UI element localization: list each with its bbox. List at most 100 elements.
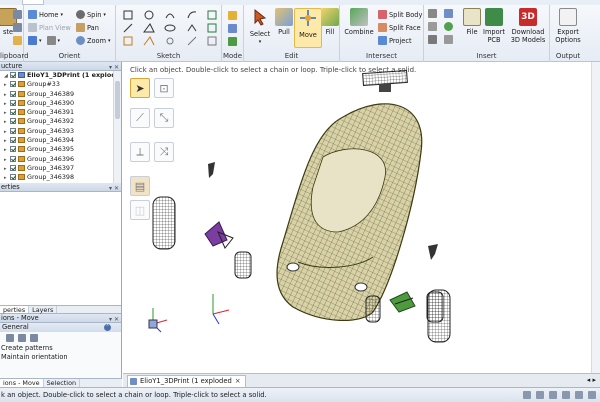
status-icons: [523, 391, 596, 399]
combine-button[interactable]: Combine: [344, 8, 374, 48]
close-icon[interactable]: ×: [235, 377, 241, 385]
insert-label: Insert: [476, 52, 497, 60]
output-label: Output: [555, 52, 581, 60]
group-icon: [18, 127, 25, 134]
move-handle-icon[interactable]: [6, 334, 14, 342]
project-button[interactable]: Project: [378, 36, 412, 45]
axis-icon[interactable]: [428, 22, 437, 31]
offset-tool-icon: [207, 23, 217, 33]
options-panel: General ⌃ Create patterns Maintain orien…: [0, 323, 121, 380]
document-tab[interactable]: ElioY1_3DPrint (1 exploded ×: [127, 375, 246, 387]
document-icon: [130, 378, 137, 385]
status-icon-4[interactable]: [562, 391, 570, 399]
left-panel: ucture ▾ ✕ ◢ ElioY1_3DPrint (1 exploded ▸…: [0, 62, 122, 387]
right-steering-part: [428, 244, 438, 260]
status-icon-3[interactable]: [549, 391, 557, 399]
tree-item[interactable]: ▸ Group_346391: [0, 108, 121, 117]
create-patterns-option[interactable]: Create patterns: [0, 344, 121, 353]
checkbox[interactable]: [10, 99, 16, 106]
tree-item[interactable]: ▸ Group_346394: [0, 136, 121, 145]
tree-root[interactable]: ◢ ElioY1_3DPrint (1 exploded: [0, 71, 121, 80]
tab-layers[interactable]: Layers: [29, 306, 58, 314]
zoom-button[interactable]: Zoom ▾: [76, 36, 111, 45]
structure-header: ucture ▾ ✕: [0, 62, 121, 71]
plan-view-button[interactable]: Plan View: [28, 23, 71, 32]
checkbox[interactable]: [10, 127, 16, 134]
cylinder-icon[interactable]: [444, 35, 453, 44]
viewport-scrollbar[interactable]: [591, 62, 600, 373]
checkbox[interactable]: [10, 146, 16, 153]
section-mode-icon[interactable]: [228, 24, 237, 33]
tree-item[interactable]: ▸ Group_346390: [0, 99, 121, 108]
tree-item[interactable]: ▸ Group#33: [0, 80, 121, 89]
status-icon-2[interactable]: [536, 391, 544, 399]
spin-button[interactable]: Spin ▾: [76, 10, 106, 19]
tree-item[interactable]: ▸ Group_346395: [0, 145, 121, 154]
checkbox[interactable]: [10, 164, 16, 171]
tab-options-move[interactable]: ions - Move: [0, 379, 44, 387]
status-icon-6[interactable]: [588, 391, 596, 399]
plane-icon[interactable]: [428, 9, 437, 18]
tab-properties[interactable]: perties: [0, 306, 30, 314]
copy-button[interactable]: [13, 23, 22, 32]
group-icon: [18, 146, 25, 153]
checkbox[interactable]: [10, 174, 16, 181]
tree-item[interactable]: ▸ Group_346392: [0, 117, 121, 126]
tree-item[interactable]: ▸ Group_346396: [0, 155, 121, 164]
collapse-section-icon[interactable]: ⌃: [104, 324, 111, 331]
fill-icon: [321, 8, 339, 26]
format-painter-button[interactable]: [13, 36, 22, 45]
tree-item[interactable]: ▸ Group_346393: [0, 127, 121, 136]
tree-item[interactable]: ▸ Group_346389: [0, 90, 121, 99]
download-3d-models-button[interactable]: 3D Download 3D Models: [508, 8, 548, 48]
move-pattern-icon[interactable]: [18, 334, 26, 342]
export-icon: [559, 8, 577, 26]
pan-button[interactable]: Pan: [76, 23, 99, 32]
status-icon-1[interactable]: [523, 391, 531, 399]
cube-icon: [28, 36, 37, 45]
project-icon: [378, 36, 387, 45]
group-icon: [18, 174, 25, 181]
checkbox[interactable]: [10, 118, 16, 125]
status-icon-5[interactable]: [575, 391, 583, 399]
mode-label: Mode: [222, 52, 243, 60]
move-ruler-icon[interactable]: [30, 334, 38, 342]
circle-tool-icon: [144, 10, 154, 20]
general-section[interactable]: General ⌃: [0, 323, 121, 332]
tree-item[interactable]: ▸ Group_346398: [0, 173, 121, 182]
sweep-arc-icon: [187, 24, 197, 32]
checkbox[interactable]: [10, 72, 16, 78]
checkbox[interactable]: [10, 81, 16, 88]
tab-scroll-arrows[interactable]: ◂ ▸: [587, 376, 596, 384]
sketch-tools-icons[interactable]: [122, 9, 218, 49]
tree-item[interactable]: ▸ Group_346397: [0, 164, 121, 173]
sphere-icon[interactable]: [444, 22, 453, 31]
tree-scrollbar[interactable]: [113, 71, 121, 183]
cut-button[interactable]: [13, 10, 22, 19]
checkbox[interactable]: [10, 109, 16, 116]
3d-viewport[interactable]: Click an object. Double-click to select …: [123, 62, 600, 373]
tab-selection[interactable]: Selection: [44, 379, 81, 387]
3d-mode-icon[interactable]: [228, 37, 237, 46]
checkbox[interactable]: [10, 90, 16, 97]
origin-icon[interactable]: [428, 35, 437, 44]
intersect-label: Intersect: [366, 52, 397, 60]
maintain-orientation-option[interactable]: Maintain orientation: [0, 353, 121, 362]
mode-group: Mode: [222, 5, 244, 62]
home-button[interactable]: Home ▾: [28, 10, 63, 19]
split-face-button[interactable]: Split Face: [378, 23, 421, 32]
view-cube-button[interactable]: ▾ ▾: [28, 36, 60, 45]
group-icon: [18, 109, 25, 116]
bottom-tabs: ions - Move Selection: [0, 378, 122, 387]
checkbox[interactable]: [10, 137, 16, 144]
import-pcb-button[interactable]: Import PCB: [482, 8, 506, 48]
scroll-thumb[interactable]: [115, 81, 120, 119]
split-body-button[interactable]: Split Body: [378, 10, 422, 19]
checkbox[interactable]: [10, 155, 16, 162]
export-options-button[interactable]: Export Options: [553, 8, 583, 48]
combine-icon: [350, 8, 368, 26]
sketch-mode-icon[interactable]: [228, 11, 237, 20]
left-front-wheel: [152, 196, 176, 250]
output-group: Export Options Output: [550, 5, 586, 62]
image-icon[interactable]: [444, 9, 453, 18]
